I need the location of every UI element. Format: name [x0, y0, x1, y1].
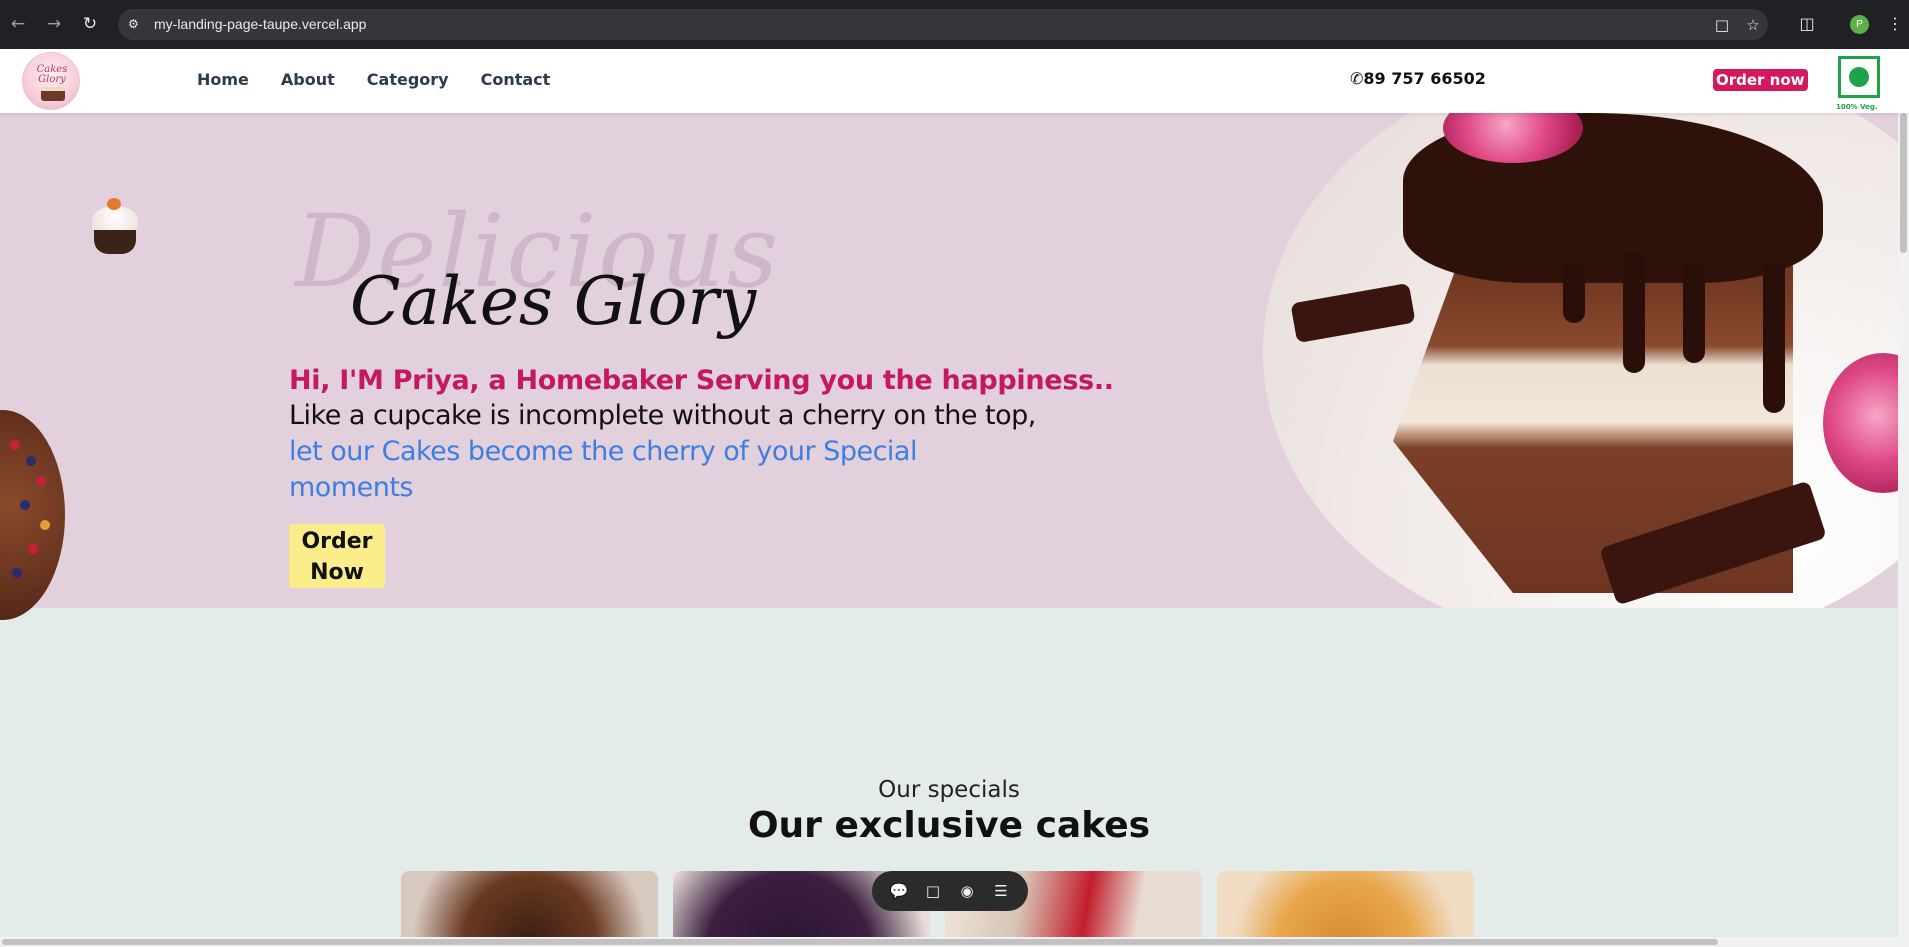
- berry: [20, 500, 30, 510]
- site-info-icon[interactable]: ⚙: [128, 17, 144, 31]
- berry: [40, 520, 50, 530]
- order-now-button[interactable]: Order now: [1713, 69, 1808, 91]
- hero-paragraph-highlight: let our Cakes become the cherry of your …: [289, 436, 917, 503]
- site-header: Cakes Glory Home About Category Contact …: [0, 49, 1909, 113]
- phone-icon: ✆: [1350, 69, 1364, 88]
- berry: [26, 456, 36, 466]
- veg-label: 100% Veg.: [1836, 103, 1878, 111]
- veg-mark-icon: [1838, 56, 1880, 98]
- phone-text: 89 757 66502: [1363, 69, 1486, 88]
- floating-toolbar: 💬 □ ◉ ☰: [872, 871, 1028, 911]
- hero-order-line1: Order: [301, 529, 373, 554]
- cake-card-image[interactable]: [401, 871, 658, 941]
- back-icon[interactable]: ←: [8, 14, 28, 34]
- chocolate-drip: [1563, 263, 1585, 323]
- kebab-menu-icon[interactable]: ⋮: [1885, 14, 1905, 34]
- horizontal-scroll-thumb[interactable]: [2, 939, 1718, 945]
- install-app-icon[interactable]: □: [1712, 15, 1732, 35]
- logo-cake-icon: [41, 87, 65, 101]
- cupcake-cherry: [107, 198, 121, 210]
- forward-icon[interactable]: →: [44, 14, 64, 34]
- logo-text: Cakes Glory: [36, 64, 68, 85]
- vertical-scrollbar[interactable]: [1898, 113, 1909, 947]
- main-nav: Home About Category Contact: [197, 70, 582, 89]
- chocolate-drip: [1683, 263, 1705, 363]
- veg-dot: [1849, 67, 1869, 87]
- hero-section: Delicious Cakes Glory Hi, I'M Priya, a H…: [0, 113, 1909, 608]
- phone-number[interactable]: ✆89 757 66502: [1350, 69, 1486, 88]
- specials-subtitle: Our specials: [878, 777, 1020, 803]
- nav-about[interactable]: About: [281, 70, 335, 89]
- hero-heading: Hi, I'M Priya, a Homebaker Serving you t…: [289, 365, 1114, 396]
- url-text[interactable]: my-landing-page-taupe.vercel.app: [154, 16, 366, 32]
- berry: [36, 476, 46, 486]
- reload-icon[interactable]: ↻: [80, 14, 100, 34]
- hero-cake-image: [1263, 113, 1909, 608]
- eye-icon[interactable]: ◉: [956, 880, 978, 902]
- horizontal-scrollbar[interactable]: [0, 937, 1898, 947]
- hero-paragraph: Like a cupcake is incomplete without a c…: [289, 398, 1049, 506]
- profile-avatar[interactable]: P: [1850, 15, 1869, 34]
- hero-order-line2: Now: [310, 560, 364, 585]
- extensions-icon[interactable]: ◫: [1797, 14, 1817, 34]
- menu-icon[interactable]: ☰: [990, 880, 1012, 902]
- comment-icon[interactable]: 💬: [888, 880, 910, 902]
- nav-home[interactable]: Home: [197, 70, 249, 89]
- berry: [28, 544, 38, 554]
- chocolate-drip: [1623, 253, 1645, 373]
- inbox-icon[interactable]: □: [922, 880, 944, 902]
- vertical-scroll-thumb[interactable]: [1900, 113, 1907, 253]
- berry: [12, 568, 22, 578]
- cupcake-cup: [94, 230, 136, 254]
- cupcake-decoration: [90, 198, 140, 258]
- cake-card-image[interactable]: [1217, 871, 1474, 941]
- logo[interactable]: Cakes Glory: [22, 52, 80, 110]
- nav-contact[interactable]: Contact: [481, 70, 551, 89]
- nav-category[interactable]: Category: [367, 70, 449, 89]
- berry: [10, 440, 20, 450]
- browser-chrome: ← → ↻ ⚙ my-landing-page-taupe.vercel.app…: [0, 0, 1909, 49]
- script-title: Cakes Glory: [350, 263, 757, 340]
- address-bar[interactable]: ⚙ my-landing-page-taupe.vercel.app □ ☆: [118, 9, 1768, 40]
- chocolate-drip: [1763, 263, 1785, 413]
- specials-title: Our exclusive cakes: [747, 805, 1151, 846]
- bookmark-star-icon[interactable]: ☆: [1743, 15, 1763, 35]
- hero-paragraph-main: Like a cupcake is incomplete without a c…: [289, 400, 1036, 431]
- hero-order-now-button[interactable]: Order Now: [289, 524, 385, 588]
